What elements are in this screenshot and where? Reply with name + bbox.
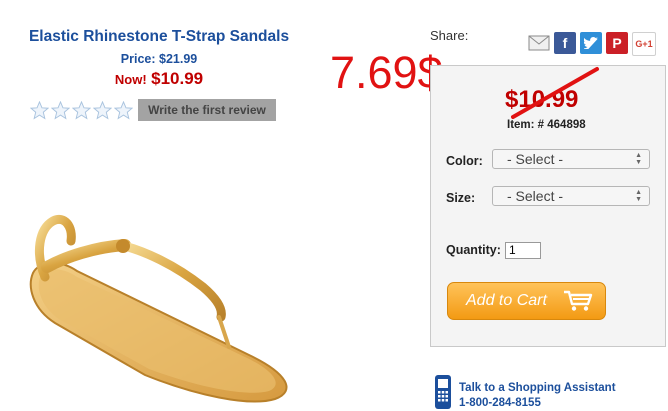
product-image[interactable]: [25, 205, 301, 405]
quantity-label: Quantity:: [446, 243, 501, 257]
now-label: Now!: [114, 72, 147, 87]
item-number: Item: # 464898: [507, 119, 586, 131]
promo-price-overlay: 7.69$: [330, 47, 443, 98]
star-icon[interactable]: [30, 101, 49, 120]
star-icon[interactable]: [93, 101, 112, 120]
size-select[interactable]: - Select - ▲ ▼: [492, 186, 650, 206]
star-icon[interactable]: [114, 101, 133, 120]
star-icon[interactable]: [72, 101, 91, 120]
star-icon[interactable]: [51, 101, 70, 120]
assistant-phone[interactable]: 1-800-284-8155: [459, 397, 541, 409]
email-icon[interactable]: [528, 32, 550, 54]
add-to-cart-button[interactable]: Add to Cart: [447, 282, 606, 320]
twitter-icon[interactable]: [580, 32, 602, 54]
cart-icon: [564, 290, 593, 311]
now-price: $10.99: [151, 69, 204, 88]
rating-stars[interactable]: [30, 101, 133, 120]
size-select-value: - Select -: [507, 188, 564, 204]
product-title: Elastic Rhinestone T-Strap Sandals: [28, 28, 290, 45]
strikethrough-mark: [511, 67, 599, 119]
share-icons: f P G+1: [528, 32, 656, 56]
price-value: $21.99: [159, 52, 198, 66]
price-label: Price:: [120, 52, 156, 66]
quantity-input[interactable]: 1: [505, 242, 541, 259]
size-label: Size:: [446, 191, 476, 205]
shopping-assistant-link[interactable]: Talk to a Shopping Assistant: [459, 382, 616, 394]
select-arrows-icon: ▲ ▼: [635, 189, 642, 203]
regular-price: Price: $21.99: [0, 52, 318, 66]
write-review-button[interactable]: Write the first review: [138, 99, 276, 121]
select-arrows-icon: ▲ ▼: [635, 152, 642, 166]
color-select-value: - Select -: [507, 151, 564, 167]
google-plus-icon[interactable]: G+1: [632, 32, 656, 56]
sale-price: Now! $10.99: [0, 69, 318, 89]
color-label: Color:: [446, 154, 483, 168]
facebook-icon[interactable]: f: [554, 32, 576, 54]
color-select[interactable]: - Select - ▲ ▼: [492, 149, 650, 169]
share-label: Share:: [430, 28, 469, 43]
add-to-cart-label: Add to Cart: [466, 292, 547, 309]
phone-icon: [435, 375, 451, 409]
pinterest-icon[interactable]: P: [606, 32, 628, 54]
